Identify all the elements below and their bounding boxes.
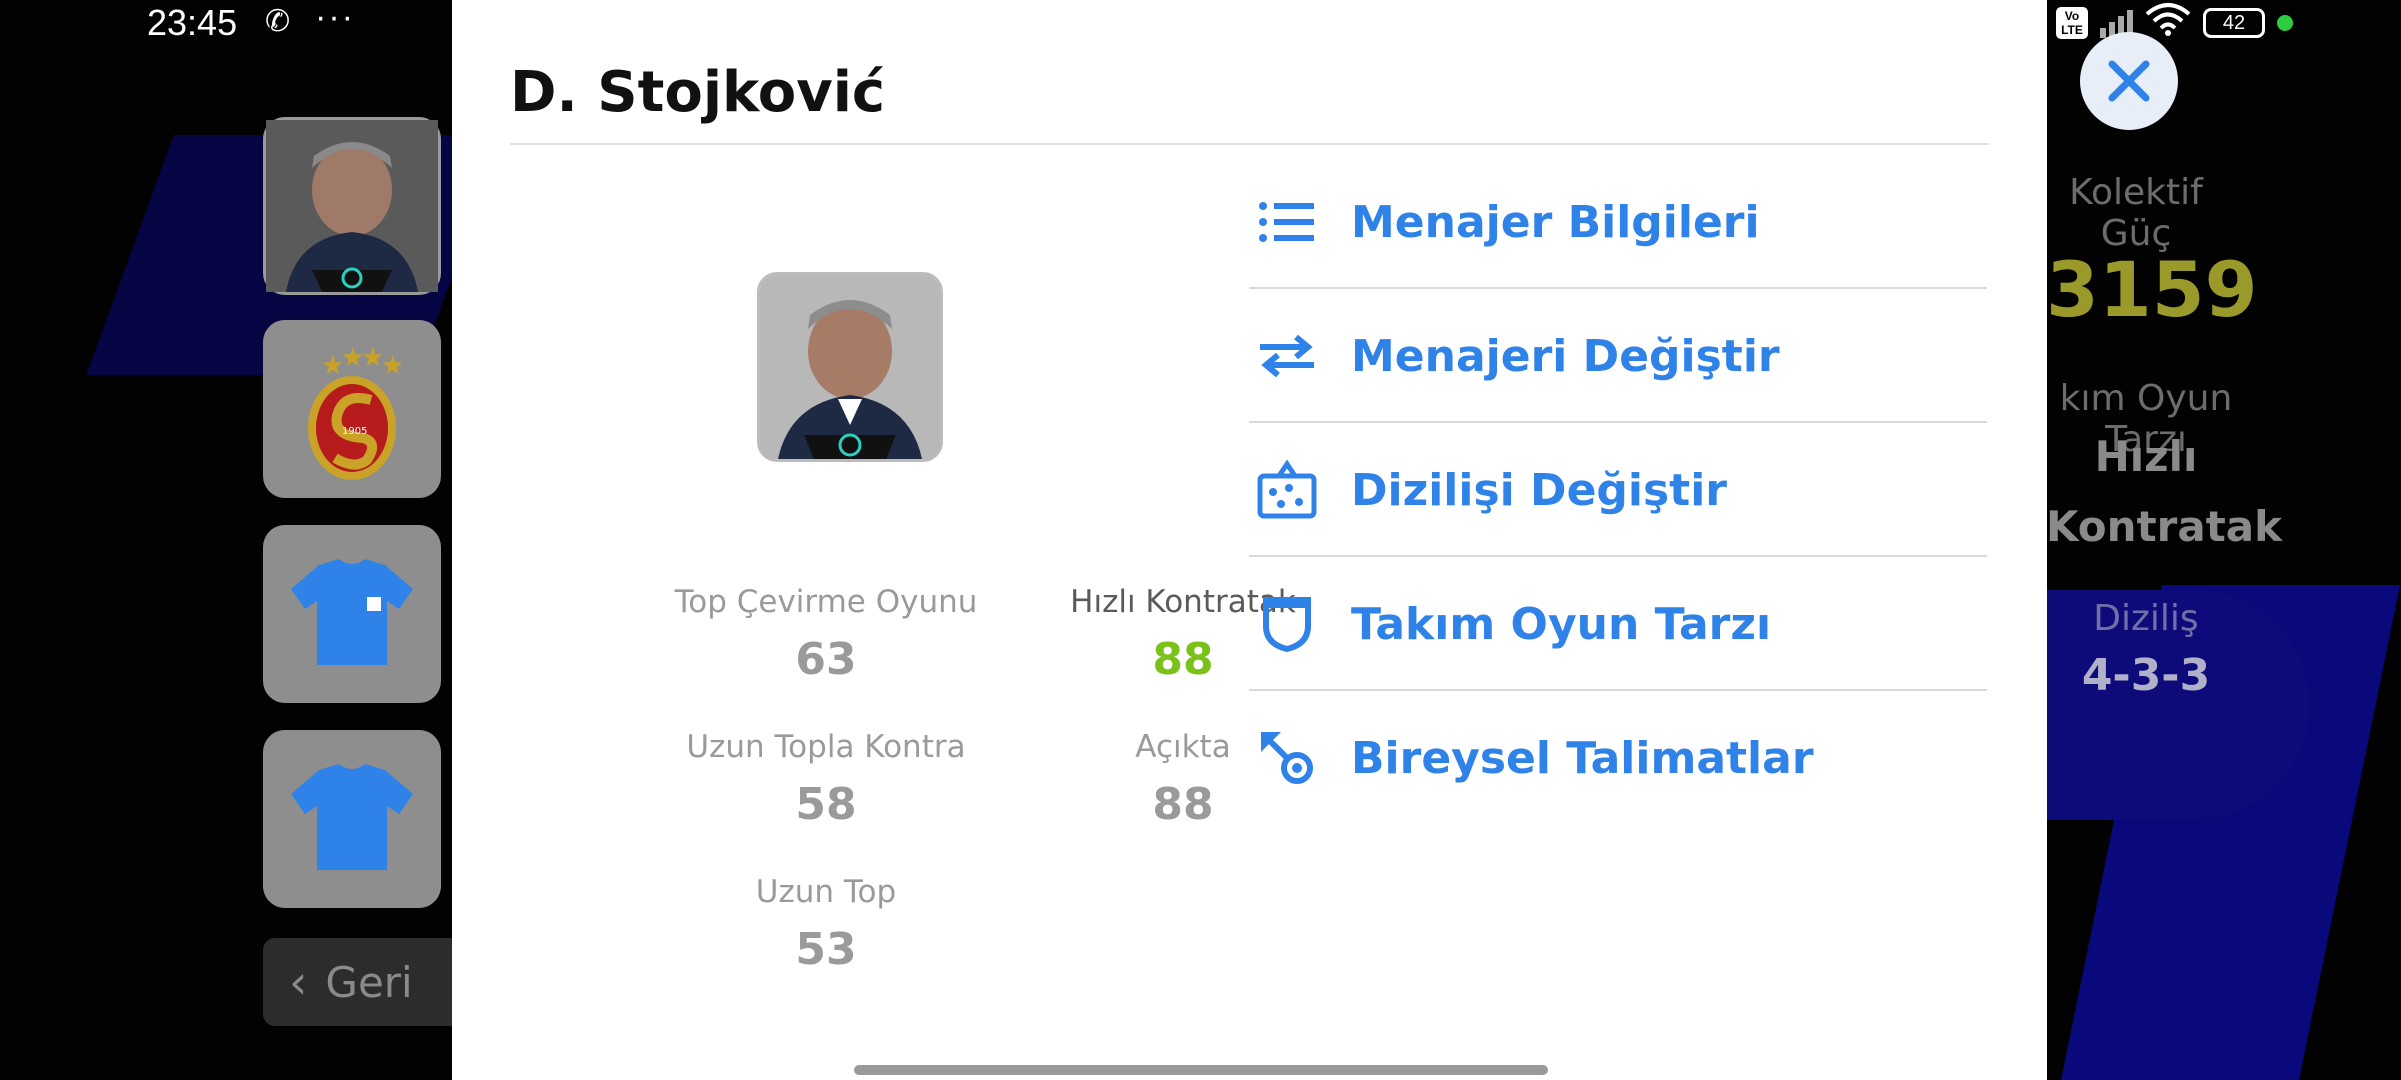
team-playstyle-value-1: Hızlı xyxy=(2094,432,2198,481)
menu-item-individual-instructions[interactable]: Bireysel Talimatlar xyxy=(1249,691,1987,825)
stat-value: 58 xyxy=(795,779,857,830)
menu-label: Dizilişi Değiştir xyxy=(1351,464,1727,516)
close-icon xyxy=(2108,60,2150,102)
menu-label: Menajer Bilgileri xyxy=(1351,196,1760,248)
formation-label: Diziliş xyxy=(2093,598,2199,639)
divider xyxy=(510,143,1989,145)
stat-item: Uzun Topla Kontra 58 xyxy=(666,729,986,830)
menu-item-change-formation[interactable]: Dizilişi Değiştir xyxy=(1249,423,1987,557)
jersey-icon xyxy=(291,764,413,870)
crest-year: 1905 xyxy=(342,426,367,437)
menu-item-manager-info[interactable]: Menajer Bilgileri xyxy=(1249,155,1987,289)
stat-value: 53 xyxy=(795,924,857,975)
back-button[interactable]: ‹ Geri xyxy=(263,938,463,1026)
close-button[interactable] xyxy=(2080,32,2178,130)
team-strength-label: Kolektif Güç xyxy=(2069,172,2203,254)
team-strength-value: 3159 xyxy=(2046,245,2258,334)
more-dots-icon: ··· xyxy=(315,0,355,36)
arrow-target-icon xyxy=(1257,728,1317,788)
list-icon xyxy=(1257,192,1317,252)
stat-label: Uzun Topla Kontra xyxy=(686,729,966,765)
manager-portrait-icon xyxy=(266,120,438,292)
stat-value: 63 xyxy=(795,634,857,685)
menu-item-change-manager[interactable]: Menajeri Değiştir xyxy=(1249,289,1987,423)
formation-board-icon xyxy=(1257,460,1317,520)
menu-label: Bireysel Talimatlar xyxy=(1351,732,1814,784)
status-icons: Vo LTE 42 xyxy=(2056,2,2293,44)
home-indicator[interactable] xyxy=(854,1065,1548,1075)
away-kit-tile[interactable] xyxy=(263,730,441,908)
manager-avatar xyxy=(757,272,943,462)
status-time: 23:45 xyxy=(147,2,238,43)
shield-icon xyxy=(1257,594,1317,654)
stat-label: Uzun Top xyxy=(755,874,897,910)
manager-portrait-icon xyxy=(760,275,940,459)
swap-arrows-icon xyxy=(1257,326,1317,386)
page-title: D. Stojković xyxy=(510,60,886,125)
stat-label: Top Çevirme Oyunu xyxy=(674,584,978,620)
svg-text:★: ★ xyxy=(381,351,404,381)
battery-icon: 42 xyxy=(2203,8,2265,38)
chevron-left-icon: ‹ xyxy=(289,955,308,1009)
stat-item: Uzun Top 53 xyxy=(666,874,986,975)
menu-item-team-playstyle[interactable]: Takım Oyun Tarzı xyxy=(1249,557,1987,691)
jersey-icon xyxy=(291,559,413,665)
back-label: Geri xyxy=(325,957,413,1007)
manager-tile[interactable] xyxy=(263,117,441,295)
phone-call-icon: ✆ xyxy=(265,5,291,38)
club-crest-icon: ★ ★ ★ ★ 1905 xyxy=(308,343,404,480)
club-crest-tile[interactable]: ★ ★ ★ ★ 1905 xyxy=(263,320,441,498)
status-dot-icon xyxy=(2277,15,2293,31)
menu-label: Takım Oyun Tarzı xyxy=(1351,598,1772,650)
formation-value: 4-3-3 xyxy=(2081,650,2211,701)
menu-label: Menajeri Değiştir xyxy=(1351,330,1780,382)
team-playstyle-value-2: Kontratak xyxy=(2046,502,2283,551)
stat-item: Top Çevirme Oyunu 63 xyxy=(666,584,986,685)
manager-modal: D. Stojković Top Çevirme Oyunu 63 Hızlı … xyxy=(452,0,2047,1080)
home-kit-tile[interactable] xyxy=(263,525,441,703)
volte-icon: Vo LTE xyxy=(2056,7,2088,39)
